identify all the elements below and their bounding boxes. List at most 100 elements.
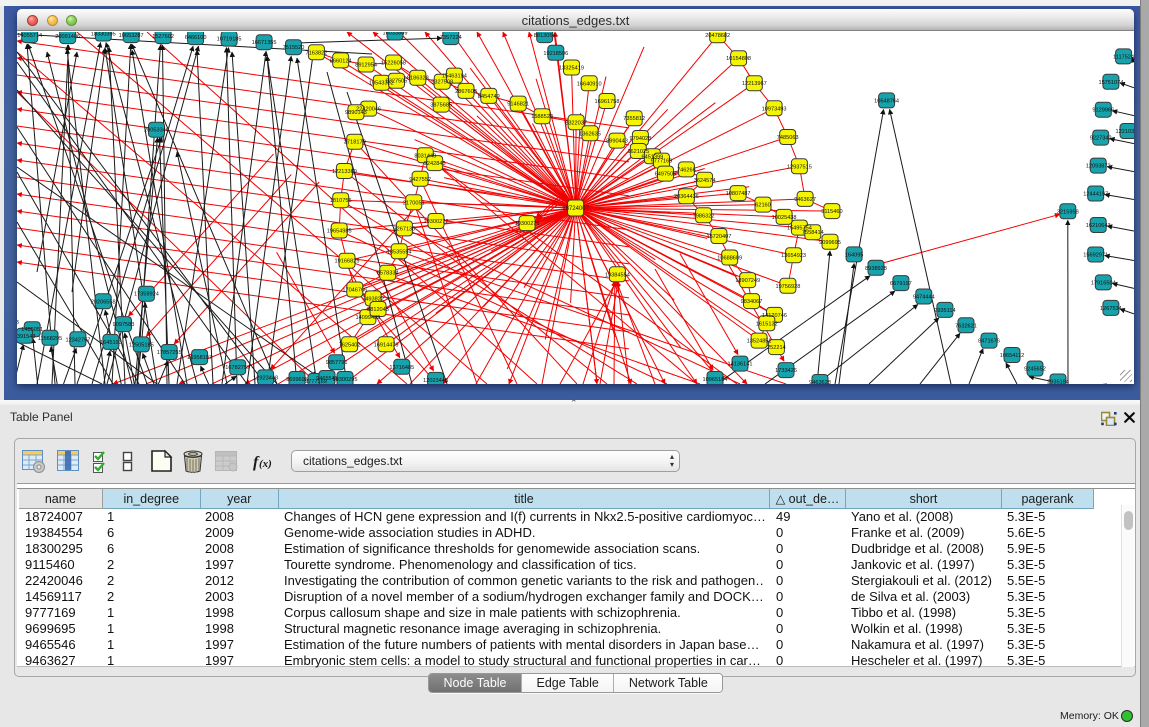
svg-text:3267130: 3267130: [394, 226, 416, 232]
svg-text:2935114: 2935114: [934, 308, 955, 314]
svg-text:15751074: 15751074: [1098, 80, 1123, 86]
svg-text:20364436: 20364436: [674, 194, 699, 200]
svg-text:16671355: 16671355: [252, 40, 277, 46]
svg-text:6497506: 6497506: [655, 172, 677, 178]
svg-text:2935184: 2935184: [1047, 380, 1069, 385]
svg-text:7558414: 7558414: [802, 230, 824, 236]
svg-text:7515520: 7515520: [283, 45, 305, 51]
svg-text:7625402: 7625402: [339, 342, 361, 348]
svg-text:19300275: 19300275: [515, 221, 540, 227]
svg-text:5578334: 5578334: [377, 271, 399, 277]
svg-text:3215958: 3215958: [1057, 209, 1079, 215]
svg-text:20091406: 20091406: [55, 34, 80, 40]
svg-text:16640910: 16640910: [577, 81, 602, 87]
svg-text:9474444: 9474444: [913, 295, 935, 301]
svg-text:16914479: 16914479: [374, 342, 399, 348]
svg-text:9834067: 9834067: [741, 299, 763, 305]
svg-text:10648764: 10648764: [874, 98, 899, 104]
svg-text:3624574: 3624574: [694, 178, 716, 184]
svg-text:(x): (x): [259, 458, 272, 470]
svg-text:10154808: 10154808: [726, 56, 751, 62]
svg-text:2718170: 2718170: [344, 140, 366, 146]
svg-text:12093872: 12093872: [1086, 164, 1111, 170]
svg-text:8660124: 8660124: [330, 58, 352, 64]
svg-text:16958107: 16958107: [187, 355, 212, 361]
svg-text:1810755: 1810755: [330, 198, 352, 204]
svg-text:11568295: 11568295: [38, 336, 62, 342]
svg-text:1485051: 1485051: [21, 327, 43, 333]
svg-text:62160: 62160: [755, 203, 771, 209]
svg-text:13716485: 13716485: [389, 365, 414, 371]
svg-text:17359924: 17359924: [134, 292, 159, 298]
svg-text:1527602: 1527602: [152, 34, 174, 40]
svg-text:9857791: 9857791: [326, 360, 348, 366]
svg-text:18300295: 18300295: [333, 377, 358, 383]
svg-text:14055714: 14055714: [17, 33, 42, 39]
svg-text:14136141: 14136141: [728, 362, 753, 368]
svg-text:15463194: 15463194: [442, 74, 467, 80]
svg-text:12937515: 12937515: [787, 164, 812, 170]
svg-text:8454749: 8454749: [478, 94, 500, 100]
svg-text:10025438: 10025438: [772, 215, 797, 221]
svg-text:16782759: 16782759: [225, 365, 250, 371]
svg-text:10973493: 10973493: [762, 106, 787, 112]
svg-text:18330395: 18330395: [91, 32, 116, 38]
svg-text:12923448: 12923448: [253, 375, 278, 381]
svg-text:12213967: 12213967: [742, 81, 767, 87]
svg-text:12210345: 12210345: [1116, 129, 1134, 135]
svg-text:9129966: 9129966: [1092, 108, 1114, 114]
svg-text:8186328: 8186328: [407, 76, 429, 82]
svg-text:19218506: 19218506: [543, 51, 568, 57]
svg-text:17046766: 17046766: [342, 288, 367, 294]
svg-text:16033809: 16033809: [383, 32, 408, 37]
svg-text:9245652: 9245652: [1024, 367, 1046, 373]
svg-text:14099485: 14099485: [355, 315, 380, 321]
svg-text:12444197: 12444197: [1083, 192, 1108, 198]
svg-text:9097583: 9097583: [113, 322, 135, 328]
svg-text:8322037: 8322037: [565, 120, 587, 126]
svg-text:7355812: 7355812: [623, 116, 645, 122]
svg-text:9777169: 9777169: [651, 159, 673, 165]
svg-text:9327508: 9327508: [431, 80, 453, 86]
svg-text:1645193: 1645193: [100, 340, 122, 346]
svg-text:9794028: 9794028: [630, 136, 652, 142]
svg-text:2867608: 2867608: [455, 89, 477, 95]
svg-text:18724007: 18724007: [562, 206, 589, 212]
svg-text:8938928: 8938928: [865, 266, 887, 272]
svg-text:6466100: 6466100: [185, 35, 207, 41]
svg-text:9327505: 9327505: [386, 79, 408, 85]
svg-text:18907249: 18907249: [735, 278, 760, 284]
svg-text:7986322: 7986322: [693, 213, 715, 219]
svg-text:1362635: 1362635: [579, 131, 601, 137]
svg-text:16961758: 16961758: [595, 99, 620, 105]
svg-text:1267534: 1267534: [1100, 306, 1122, 312]
svg-text:8990443: 8990443: [606, 139, 628, 145]
svg-text:16210643: 16210643: [1086, 223, 1111, 229]
svg-text:7163822: 7163822: [306, 50, 328, 56]
svg-text:10653287: 10653287: [119, 33, 144, 39]
svg-text:13325419: 13325419: [559, 66, 584, 72]
svg-text:2391543: 2391543: [17, 334, 35, 340]
svg-text:19654985: 19654985: [327, 229, 352, 235]
svg-text:15720407: 15720407: [706, 234, 731, 240]
svg-text:8812045: 8812045: [367, 307, 389, 313]
svg-text:8813054: 8813054: [534, 33, 556, 39]
svg-text:17857255: 17857255: [157, 350, 182, 356]
svg-text:12342757: 12342757: [65, 337, 90, 343]
svg-text:8031440: 8031440: [414, 153, 436, 159]
svg-text:1733426: 1733426: [775, 368, 797, 374]
svg-text:13535594: 13535594: [387, 249, 412, 255]
svg-text:12023448: 12023448: [423, 378, 448, 384]
svg-text:9146821: 9146821: [507, 102, 529, 108]
svg-text:20206558: 20206558: [91, 299, 116, 305]
svg-text:9115460: 9115460: [821, 209, 842, 215]
svg-text:6679197: 6679197: [890, 281, 912, 287]
svg-text:12213369: 12213369: [332, 169, 357, 175]
svg-text:12505185: 12505185: [129, 342, 154, 348]
svg-text:19166825: 19166825: [335, 259, 360, 265]
svg-text:13524851: 13524851: [747, 339, 772, 345]
svg-text:1391543: 1391543: [17, 320, 19, 326]
svg-text:10688609: 10688609: [717, 256, 742, 262]
svg-text:252214: 252214: [767, 345, 786, 351]
svg-text:1615132: 1615132: [756, 321, 778, 327]
